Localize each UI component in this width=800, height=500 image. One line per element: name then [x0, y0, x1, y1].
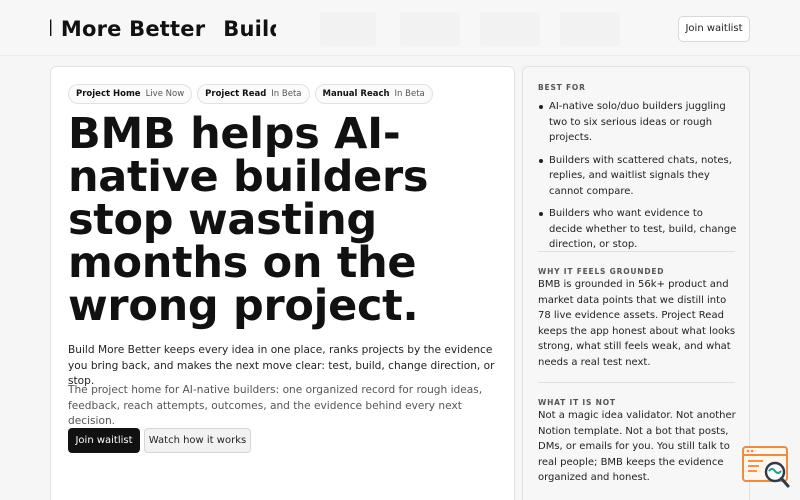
- not-text: Not a magic idea validator. Not another …: [538, 410, 736, 483]
- list-item: AI-native solo/duo builders juggling two…: [538, 99, 738, 146]
- grounded-label: WHY IT FEELS GROUNDED: [538, 267, 665, 276]
- grounded-text: BMB is grounded in 56k+ product and mark…: [538, 279, 736, 368]
- brand-marquee-track: Build More Better Build More Better: [50, 14, 276, 44]
- hero-subtext: The project home for AI-native builders:…: [68, 384, 483, 427]
- hero-headline: BMB helps AI-native builders stop wastin…: [68, 109, 429, 331]
- divider: [538, 251, 735, 252]
- not-label: WHAT IT IS NOT: [538, 398, 616, 407]
- list-item: Builders who want evidence to decide whe…: [538, 206, 738, 253]
- hero-card: Project Home Live Now Project Read In Beta…: [50, 66, 515, 500]
- best-for-label: BEST FOR: [538, 83, 586, 92]
- watch-how-it-works-button[interactable]: Watch how it works: [144, 428, 251, 453]
- join-waitlist-header-button[interactable]: Join waitlist: [678, 16, 750, 42]
- join-waitlist-button[interactable]: Join waitlist: [68, 428, 140, 453]
- marquee-fade: [480, 12, 540, 46]
- marquee-fade: [320, 12, 376, 46]
- brand-text-repeat: Build More Better: [223, 17, 276, 41]
- divider: [538, 382, 735, 383]
- search-window-icon[interactable]: [741, 444, 791, 490]
- marquee-fade: [400, 12, 460, 46]
- pill-name: Manual Reach: [322, 89, 390, 99]
- marquee-fade: [560, 12, 620, 46]
- brand-text: Build More Better: [50, 17, 206, 41]
- site-header: Build More Better Build More Better Join …: [0, 0, 800, 56]
- best-for-list: AI-native solo/duo builders juggling two…: [538, 99, 738, 260]
- search-window-icon-graphic: [742, 446, 790, 488]
- product-pills: Project Home Live Now Project Read In Beta…: [68, 84, 433, 104]
- brand-marquee: Build More Better Build More Better: [50, 14, 276, 44]
- pill-project-home[interactable]: Project Home Live Now: [68, 84, 193, 104]
- pill-status: Live Now: [145, 89, 185, 99]
- pill-manual-reach[interactable]: Manual Reach In Beta: [314, 84, 433, 104]
- pill-name: Project Home: [76, 89, 141, 99]
- pill-status: In Beta: [394, 89, 425, 99]
- list-item: Builders with scattered chats, notes, re…: [538, 153, 738, 200]
- pill-status: In Beta: [271, 89, 302, 99]
- pill-name: Project Read: [205, 89, 267, 99]
- pill-project-read[interactable]: Project Read In Beta: [197, 84, 310, 104]
- info-sidebar: BEST FOR AI-native solo/duo builders jug…: [522, 66, 750, 500]
